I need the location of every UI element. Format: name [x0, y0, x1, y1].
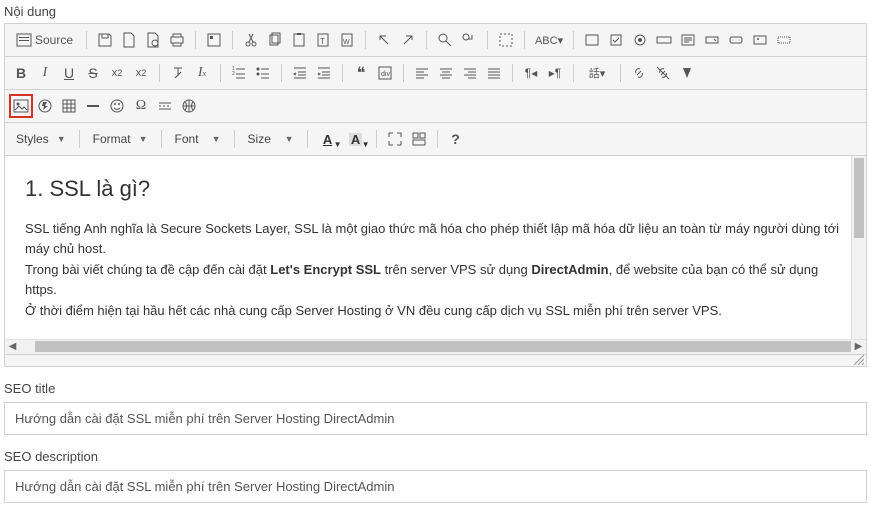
- ckeditor: Source T W: [4, 23, 867, 367]
- unlink-button[interactable]: [651, 61, 675, 85]
- font-dropdown[interactable]: Font▼: [168, 129, 228, 149]
- toolbar-row-2: B I U S x2 x2 Ix 12 ❝ div: [5, 57, 866, 90]
- outdent-button[interactable]: [288, 61, 312, 85]
- styles-dropdown[interactable]: Styles▼: [9, 129, 73, 149]
- superscript-button[interactable]: x2: [129, 61, 153, 85]
- print-button[interactable]: [165, 28, 189, 52]
- redo-button[interactable]: [396, 28, 420, 52]
- format-dropdown[interactable]: Format▼: [86, 129, 155, 149]
- rtl-button[interactable]: ▸¶: [543, 61, 567, 85]
- hidden-field-button[interactable]: [772, 28, 796, 52]
- content-heading: 1. SSL là gì?: [25, 172, 846, 205]
- resize-handle[interactable]: [5, 354, 866, 366]
- paste-button[interactable]: [287, 28, 311, 52]
- horizontal-scrollbar[interactable]: ◀ ▶: [5, 339, 866, 354]
- seo-title-label: SEO title: [4, 381, 867, 396]
- bg-color-button[interactable]: A▼: [342, 127, 370, 151]
- bold-button[interactable]: B: [9, 61, 33, 85]
- align-center-button[interactable]: [434, 61, 458, 85]
- cut-button[interactable]: [239, 28, 263, 52]
- editor-content[interactable]: 1. SSL là gì? SSL tiếng Anh nghĩa là Sec…: [5, 156, 866, 339]
- content-paragraph: SSL tiếng Anh nghĩa là Secure Sockets La…: [25, 219, 846, 258]
- new-page-button[interactable]: [117, 28, 141, 52]
- table-button[interactable]: [57, 94, 81, 118]
- blockquote-button[interactable]: ❝: [349, 61, 373, 85]
- spellcheck-button[interactable]: ABC▾: [531, 28, 567, 52]
- toolbar-row-3: Ω: [5, 90, 866, 123]
- image-button[interactable]: [9, 94, 33, 118]
- seo-description-input[interactable]: [4, 470, 867, 503]
- subscript-button[interactable]: x2: [105, 61, 129, 85]
- button-field-button[interactable]: [724, 28, 748, 52]
- div-button[interactable]: div: [373, 61, 397, 85]
- paste-text-button[interactable]: T: [311, 28, 335, 52]
- content-paragraph: Trong bài viết chúng ta đề cập đến cài đ…: [25, 260, 846, 299]
- checkbox-button[interactable]: [604, 28, 628, 52]
- text-color-button[interactable]: A▼: [314, 127, 342, 151]
- page-break-button[interactable]: [153, 94, 177, 118]
- align-justify-button[interactable]: [482, 61, 506, 85]
- paste-word-button[interactable]: W: [335, 28, 359, 52]
- content-paragraph: Ở thời điểm hiện tại hầu hết các nhà cun…: [25, 301, 846, 321]
- vertical-scrollbar[interactable]: [851, 156, 866, 339]
- remove-format-2-button[interactable]: Ix: [190, 61, 214, 85]
- textfield-button[interactable]: [652, 28, 676, 52]
- radio-button[interactable]: [628, 28, 652, 52]
- svg-text:2: 2: [232, 71, 235, 77]
- svg-text:T: T: [320, 37, 325, 46]
- find-button[interactable]: [433, 28, 457, 52]
- align-right-button[interactable]: [458, 61, 482, 85]
- seo-description-label: SEO description: [4, 449, 867, 464]
- source-label: Source: [35, 33, 73, 47]
- replace-button[interactable]: [457, 28, 481, 52]
- svg-text:W: W: [343, 39, 350, 46]
- show-blocks-button[interactable]: [407, 127, 431, 151]
- flash-button[interactable]: [33, 94, 57, 118]
- italic-button[interactable]: I: [33, 61, 57, 85]
- ltr-button[interactable]: ¶◂: [519, 61, 543, 85]
- smiley-button[interactable]: [105, 94, 129, 118]
- form-button[interactable]: [580, 28, 604, 52]
- seo-title-input[interactable]: [4, 402, 867, 435]
- source-button[interactable]: Source: [9, 28, 80, 52]
- svg-text:div: div: [381, 71, 390, 78]
- size-dropdown[interactable]: Size▼: [241, 129, 301, 149]
- indent-button[interactable]: [312, 61, 336, 85]
- select-field-button[interactable]: [700, 28, 724, 52]
- remove-format-button[interactable]: [166, 61, 190, 85]
- save-button[interactable]: [93, 28, 117, 52]
- iframe-button[interactable]: [177, 94, 201, 118]
- toolbar-row-1: Source T W: [5, 24, 866, 57]
- language-button[interactable]: 話▾: [580, 61, 614, 85]
- numbered-list-button[interactable]: 12: [227, 61, 251, 85]
- link-button[interactable]: [627, 61, 651, 85]
- bullet-list-button[interactable]: [251, 61, 275, 85]
- content-label: Nội dung: [4, 4, 867, 19]
- underline-button[interactable]: U: [57, 61, 81, 85]
- textarea-button[interactable]: [676, 28, 700, 52]
- special-char-button[interactable]: Ω: [129, 94, 153, 118]
- undo-button[interactable]: [372, 28, 396, 52]
- about-button[interactable]: ?: [444, 127, 468, 151]
- templates-button[interactable]: [202, 28, 226, 52]
- hr-button[interactable]: [81, 94, 105, 118]
- preview-button[interactable]: [141, 28, 165, 52]
- align-left-button[interactable]: [410, 61, 434, 85]
- image-button-button[interactable]: [748, 28, 772, 52]
- select-all-button[interactable]: [494, 28, 518, 52]
- toolbar-row-4: Styles▼ Format▼ Font▼ Size▼ A▼ A▼ ?: [5, 123, 866, 156]
- strike-button[interactable]: S: [81, 61, 105, 85]
- anchor-button[interactable]: [675, 61, 699, 85]
- maximize-button[interactable]: [383, 127, 407, 151]
- copy-button[interactable]: [263, 28, 287, 52]
